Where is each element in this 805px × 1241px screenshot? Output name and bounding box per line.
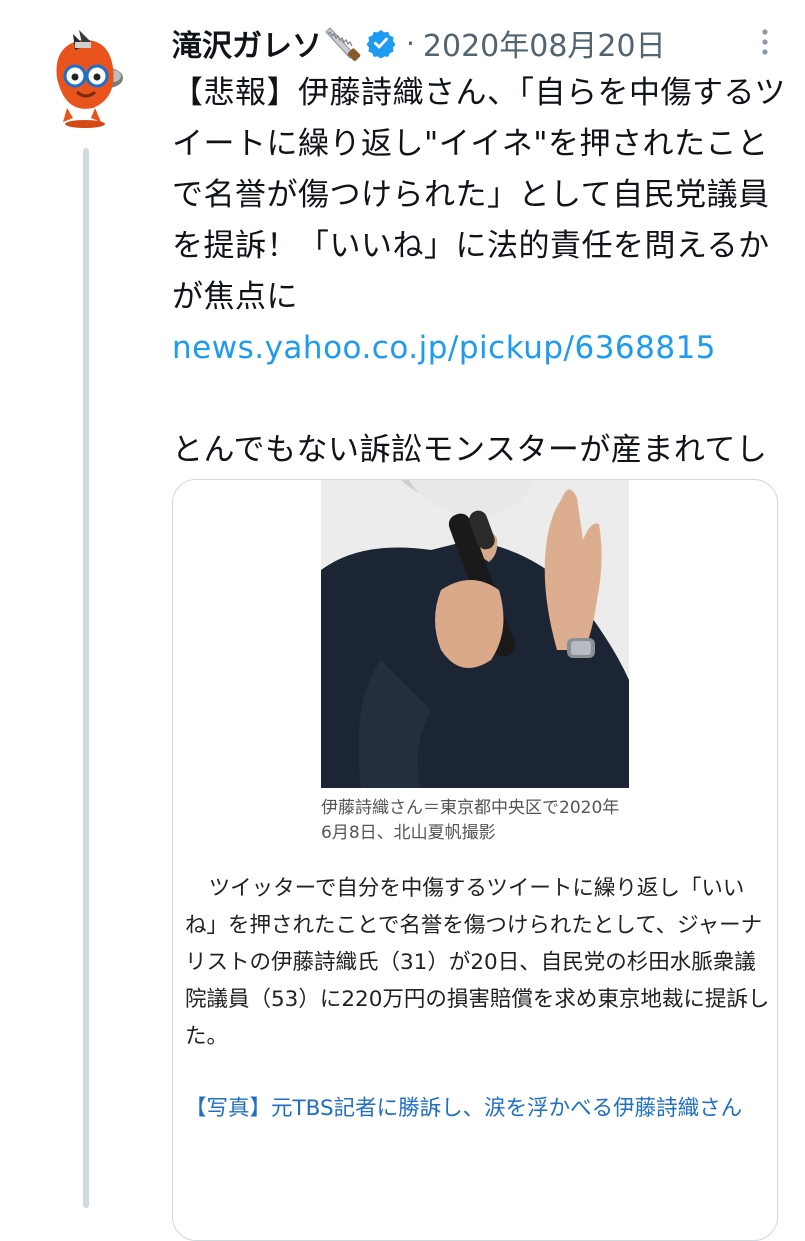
- more-vertical-icon[interactable]: [755, 26, 775, 62]
- tweet-link[interactable]: news.yahoo.co.jp/pickup/6368815: [172, 330, 716, 366]
- thread-line: [83, 148, 89, 1208]
- tweet-header: 滝沢ガレソ · 2020年08月20日: [172, 18, 775, 68]
- mascot-avatar-icon: [56, 30, 123, 128]
- photo-caption: 伊藤詩織さん＝東京都中央区で2020年6月8日、北山夏帆撮影: [321, 798, 620, 843]
- display-name[interactable]: 滝沢ガレソ: [172, 21, 322, 65]
- saw-emoji-icon: [324, 24, 362, 62]
- link-preview-card[interactable]: 伊藤詩織さん＝東京都中央区で2020年6月8日、北山夏帆撮影 ツイッターで自分を…: [172, 479, 778, 1241]
- related-photo-link[interactable]: 【写真】元TBS記者に勝訴し、涙を浮かべる伊藤詩織さん: [185, 1090, 770, 1127]
- timestamp[interactable]: 2020年08月20日: [423, 21, 666, 65]
- tweet-body-part1: 【悲報】伊藤詩織さん、「自らを中傷するツイートに繰り返し"イイネ"を押されたこと…: [172, 75, 786, 315]
- verified-badge-icon: [366, 28, 396, 59]
- separator-dot: ·: [406, 26, 415, 60]
- article-body: ツイッターで自分を中傷するツイートに繰り返し「いいね」を押されたことで名誉を傷つ…: [185, 876, 770, 1049]
- tweet-text: 【悲報】伊藤詩織さん、「自らを中傷するツイートに繰り返し"イイネ"を押されたこと…: [172, 68, 787, 527]
- avatar[interactable]: [45, 26, 129, 130]
- news-photo: [321, 480, 629, 788]
